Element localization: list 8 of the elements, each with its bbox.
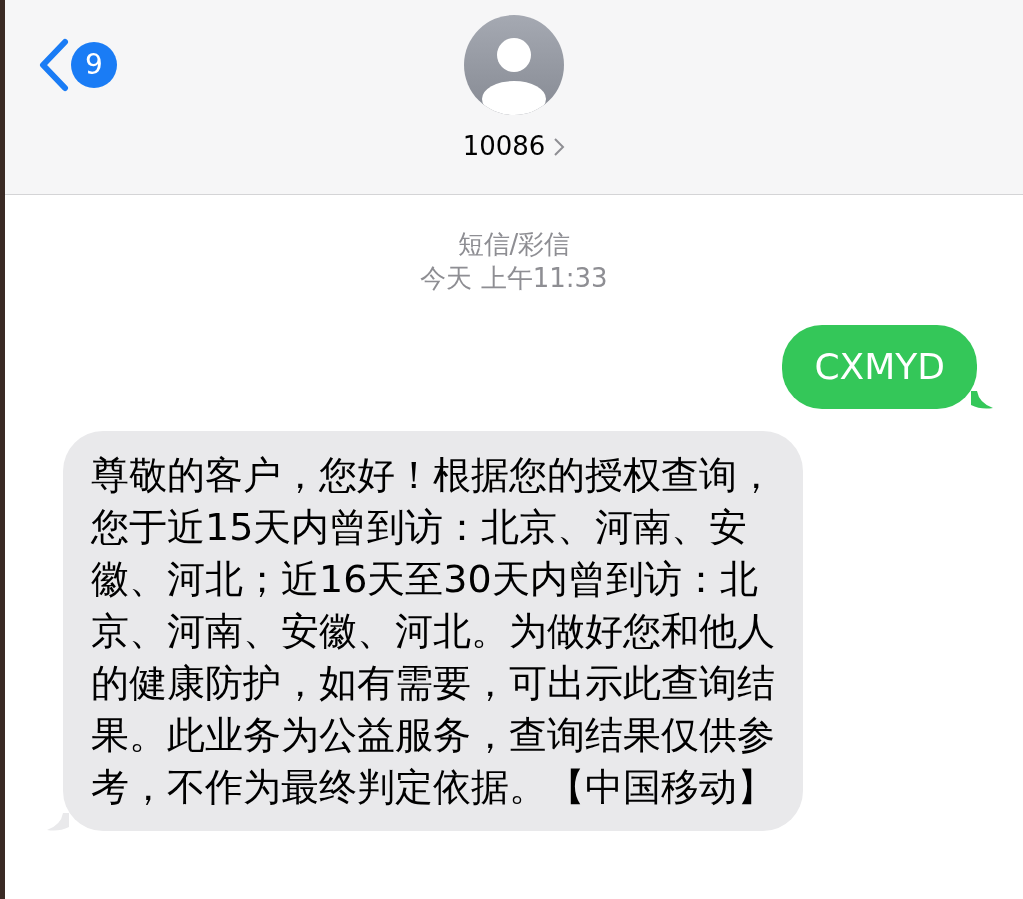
contact-avatar-icon[interactable] xyxy=(464,15,564,115)
unread-count-badge[interactable]: 9 xyxy=(71,42,117,88)
message-timestamp: 今天 上午11:33 xyxy=(420,262,608,295)
contact-name[interactable]: 10086 xyxy=(462,127,546,166)
service-label: 短信/彩信 xyxy=(457,228,571,261)
back-chevron-icon[interactable] xyxy=(37,38,71,92)
chevron-right-icon[interactable] xyxy=(553,136,566,157)
bubble-tail-icon xyxy=(971,391,993,409)
